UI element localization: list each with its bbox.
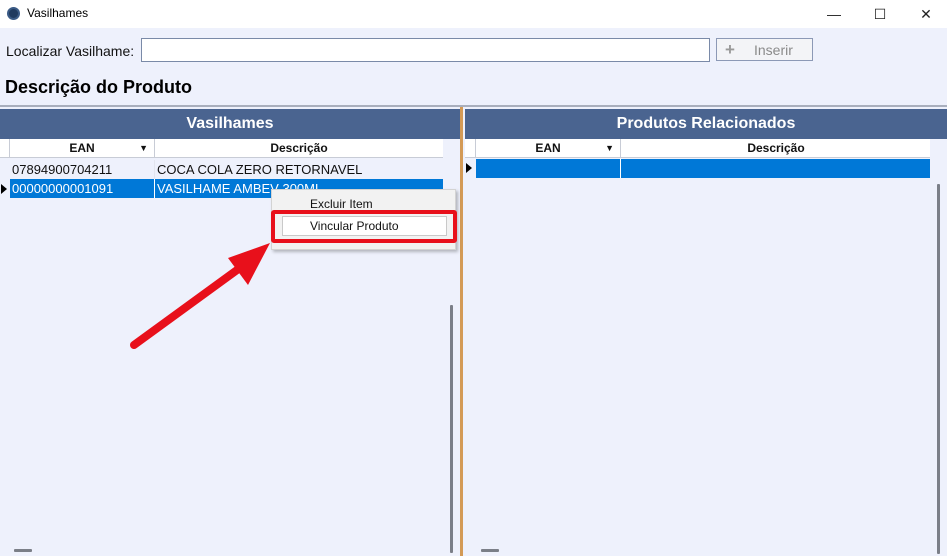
annotation-arrow-icon: [130, 243, 270, 349]
